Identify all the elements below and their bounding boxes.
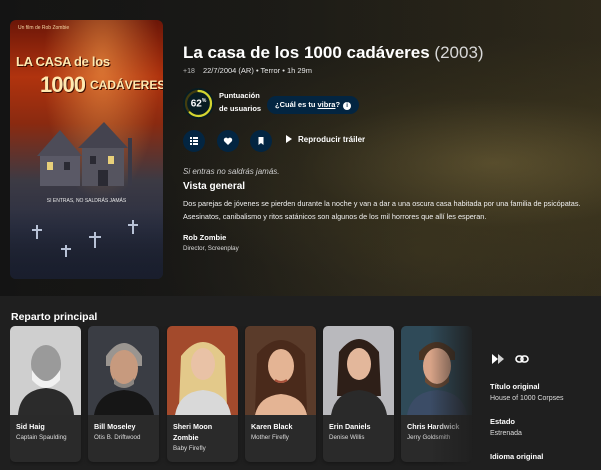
list-icon (190, 137, 198, 145)
cast-photo[interactable] (10, 326, 81, 415)
poster-tagline: SI ENTRAS, NO SALDRÁS JAMÁS (46, 198, 127, 204)
poster-credit: Un film de Rob Zombie (18, 25, 70, 31)
facts-separator: • (282, 66, 285, 75)
vibe-link[interactable]: vibra (318, 100, 336, 109)
vibe-button[interactable]: ¿Cuál es tu vibra? i (267, 96, 360, 114)
favorite-button[interactable] (217, 130, 239, 152)
cast-card[interactable]: Erin Daniels Denise Willis (323, 326, 394, 462)
cast-card[interactable]: Karen Black Mother Firefly (245, 326, 316, 462)
facts-separator: • (255, 66, 259, 75)
user-score-chart[interactable]: 62% (183, 88, 214, 119)
cast-character: Otis B. Driftwood (94, 434, 141, 441)
cast-card[interactable]: Bill Moseley Otis B. Driftwood (88, 326, 159, 462)
certification-badge: +18 (183, 68, 195, 75)
poster-title-line1: LA CASA de los (16, 54, 110, 69)
user-score-value: 62% (190, 98, 207, 110)
overview-heading: Vista general (183, 181, 246, 192)
cast-character: Denise Willis (329, 434, 365, 441)
user-score-label: Puntuación de usuarios (219, 91, 262, 113)
cast-character: Baby Firefly (173, 445, 206, 452)
status-value: Estrenada (490, 430, 522, 437)
poster-title-line3: CADÁVERES (90, 78, 163, 92)
cast-name[interactable]: Bill Moseley (94, 421, 156, 432)
link-icon[interactable] (515, 353, 529, 365)
cast-photo[interactable] (323, 326, 394, 415)
movie-tagline: Si entras no saldrás jamás. (183, 167, 280, 176)
movie-title: La casa de los 1000 cadáveres (2003) (183, 43, 484, 63)
cast-name[interactable]: Sheri Moon Zombie (173, 421, 235, 443)
bookmark-icon (258, 137, 264, 145)
cast-character: Captain Spaulding (16, 434, 67, 441)
overview-text: Dos parejas de jóvenes se pierden durant… (183, 199, 581, 221)
add-to-list-button[interactable] (183, 130, 205, 152)
movie-poster[interactable]: Un film de Rob Zombie LA CASA de los 100… (10, 20, 163, 279)
cast-name[interactable]: Erin Daniels (329, 421, 391, 432)
watchlist-button[interactable] (250, 130, 272, 152)
movie-title-text[interactable]: La casa de los 1000 cadáveres (183, 43, 430, 62)
cast-name[interactable]: Karen Black (251, 421, 313, 432)
cast-scroller[interactable]: Sid Haig Captain Spaulding Bill Moseley … (10, 326, 480, 466)
cast-photo[interactable] (167, 326, 238, 415)
play-trailer-button[interactable]: Reproducir tráiler (286, 135, 365, 144)
cast-character: Mother Firefly (251, 434, 289, 441)
crew-job: Director, Screenplay (183, 245, 239, 252)
original-title-label: Título original (490, 382, 540, 391)
cast-card[interactable]: Sheri Moon Zombie Baby Firefly (167, 326, 238, 462)
movie-year: (2003) (434, 43, 484, 62)
poster-title-line2: 1000 (40, 72, 86, 97)
original-title-value: House of 1000 Corpses (490, 395, 564, 402)
runtime: 1h 29m (286, 66, 312, 75)
poster-house-art (37, 122, 132, 186)
cast-name[interactable]: Sid Haig (16, 421, 78, 432)
crew-name[interactable]: Rob Zombie (183, 233, 226, 242)
genre-link[interactable]: Terror (261, 66, 281, 75)
cast-photo[interactable] (245, 326, 316, 415)
status-label: Estado (490, 417, 516, 426)
play-icon (286, 135, 292, 143)
heart-icon (223, 137, 233, 145)
cast-heading: Reparto principal (11, 311, 98, 323)
original-language-label: Idioma original (490, 452, 544, 461)
cast-fade-overlay (430, 326, 482, 466)
movie-facts: +18 22/7/2004 (AR) • Terror • 1h 29m (183, 66, 312, 75)
release-date: 22/7/2004 (AR) (202, 66, 254, 75)
cast-photo[interactable] (88, 326, 159, 415)
info-icon[interactable]: i (343, 102, 352, 110)
cast-card[interactable]: Sid Haig Captain Spaulding (10, 326, 81, 462)
justwatch-icon[interactable] (491, 353, 505, 365)
